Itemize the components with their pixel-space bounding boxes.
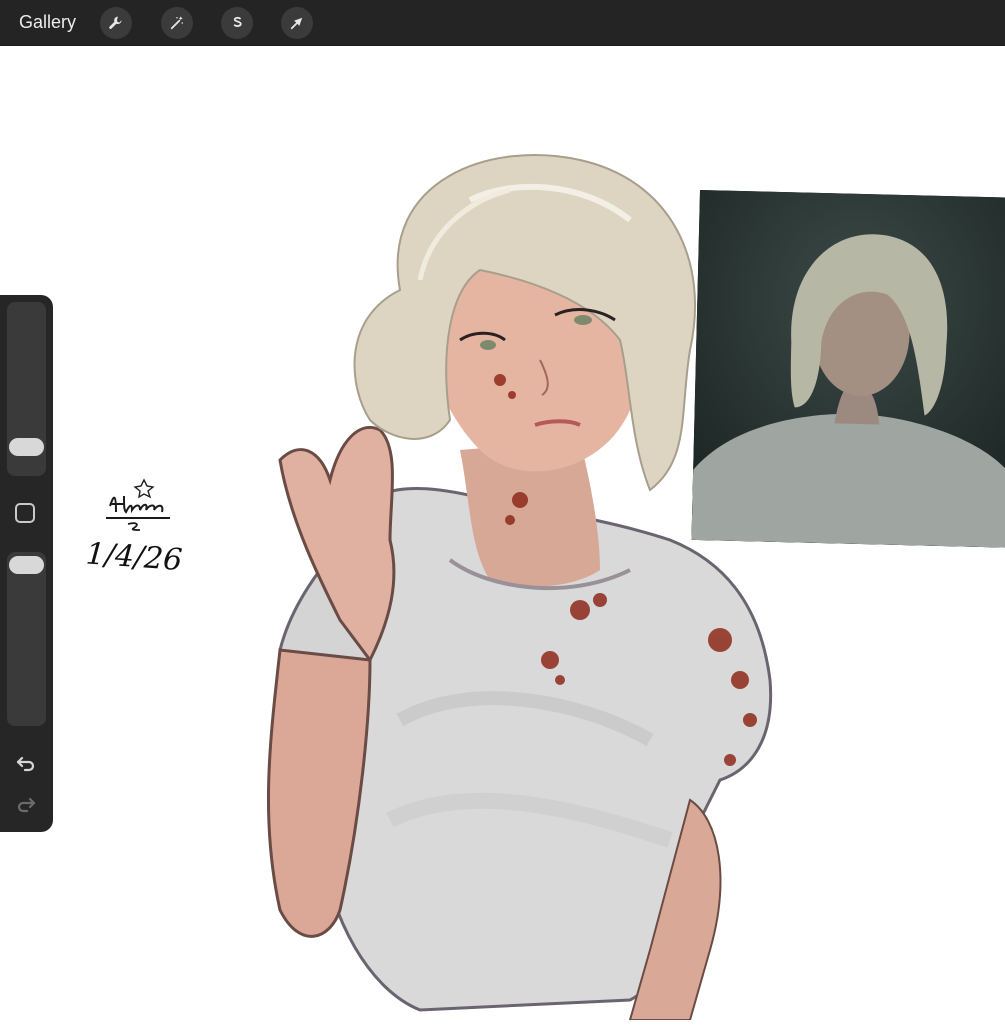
selection-button[interactable] [221,7,253,39]
opacity-slider[interactable] [7,552,46,726]
modify-button[interactable] [15,503,35,523]
arrow-cursor-icon [290,17,303,30]
brush-size-knob[interactable] [9,438,44,456]
transform-button[interactable] [281,7,313,39]
left-sidebar [0,295,53,832]
redo-icon[interactable] [14,792,38,816]
actions-button[interactable] [100,7,132,39]
wrench-icon [109,16,122,29]
gallery-button[interactable]: Gallery [19,12,76,33]
top-toolbar: Gallery [0,0,1005,46]
signature-date: 1/4/26 [85,536,184,574]
selection-s-icon [233,16,242,27]
handwritten-signature: 1/4/26 [84,474,184,578]
adjustments-button[interactable] [161,7,193,39]
magic-wand-icon [170,16,183,30]
reference-photo [691,190,1005,548]
undo-icon[interactable] [14,751,38,775]
reference-portrait-image [691,190,1005,548]
brush-size-slider[interactable] [7,302,46,476]
opacity-knob[interactable] [9,556,44,574]
